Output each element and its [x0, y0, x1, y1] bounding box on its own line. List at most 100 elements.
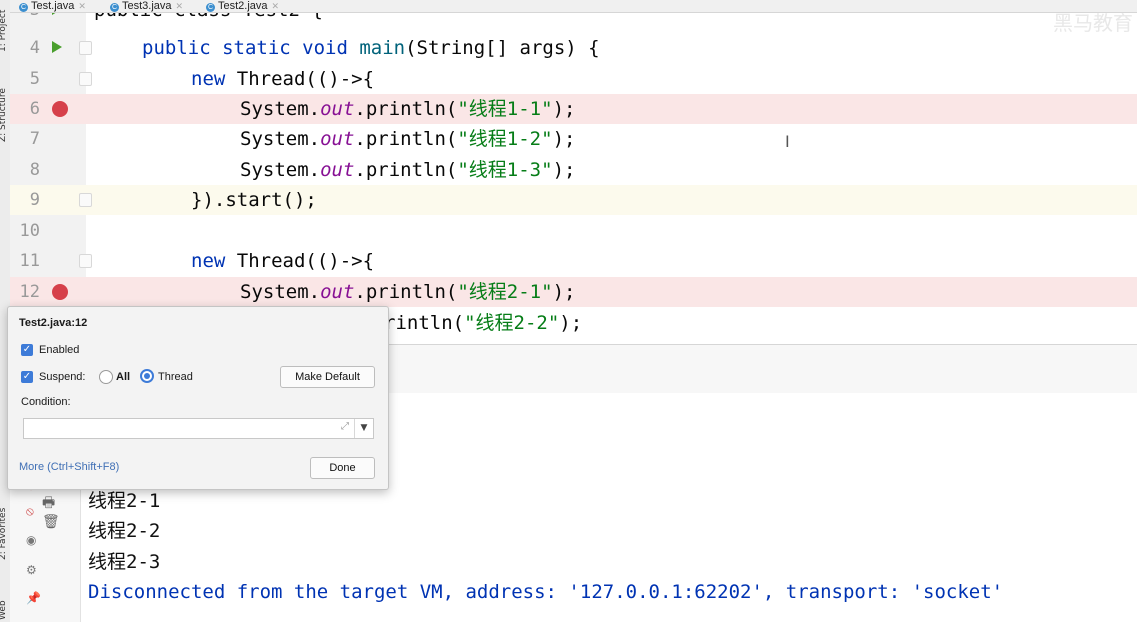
tool-tab-web[interactable]: Web [0, 600, 8, 620]
code-line[interactable]: 5 new Thread(()->{ [10, 64, 1137, 94]
code-pre: System. [240, 128, 321, 150]
editor-tab-bar: C Test.java ✕ C Test3.java ✕ C Test2.java ✕ [10, 0, 1137, 13]
code-text: public class Test2 { [94, 13, 323, 25]
pin-icon[interactable]: 📌 [26, 591, 41, 605]
tool-tab-structure[interactable]: Z: Structure [0, 88, 8, 142]
suspend-thread-label: Thread [158, 371, 193, 383]
camera-icon[interactable]: ◉ [26, 533, 36, 547]
string-literal: "线程2-1" [457, 281, 553, 303]
make-default-button[interactable]: Make Default [280, 366, 375, 388]
string-literal: "线程1-3" [457, 159, 553, 181]
code-end: ); [559, 312, 583, 334]
java-class-icon: C [206, 3, 215, 12]
string-literal: "线程1-1" [457, 98, 553, 120]
fold-icon[interactable] [79, 254, 92, 268]
fold-icon[interactable] [79, 72, 92, 86]
code-text: System.out.println("线程1-1"); [240, 94, 575, 124]
code-end: ); [552, 159, 576, 181]
code-line[interactable]: 3 public class Test2 { [10, 13, 1137, 25]
console-line: 线程2-2 [88, 520, 161, 542]
suspend-checkbox[interactable]: ✓ [21, 371, 33, 383]
breakpoint-icon[interactable] [52, 284, 68, 300]
tool-tab-favorites[interactable]: 2: Favorites [0, 508, 8, 560]
suspend-all-radio[interactable] [99, 370, 113, 384]
code-text: new Thread(()->{ [191, 64, 374, 94]
suspend-all-label: All [116, 371, 131, 383]
keyword: new [191, 250, 237, 272]
tool-tab-project[interactable]: 1: Project [0, 10, 8, 52]
line-number: 4 [29, 38, 40, 58]
string-literal: "线程2-2" [464, 312, 560, 334]
code-end: ); [552, 128, 576, 150]
code-line[interactable]: 8 System.out.println("线程1-3"); [10, 155, 1137, 185]
console-line: 线程2-1 [88, 490, 161, 512]
run-gutter-icon[interactable] [52, 41, 62, 53]
code-text: System.out.println("线程1-2"); [240, 124, 575, 154]
string-literal: "线程1-2" [457, 128, 553, 150]
code-text: System.out.println("线程1-3"); [240, 155, 575, 185]
fold-icon[interactable] [79, 41, 92, 55]
run-gutter-icon[interactable] [52, 13, 62, 15]
tab-test-java[interactable]: C Test.java ✕ [19, 0, 86, 12]
code-line-breakpoint[interactable]: 6 System.out.println("线程1-1"); [10, 94, 1137, 124]
tab-test2-java[interactable]: C Test2.java ✕ [206, 0, 280, 12]
method-name: main [359, 37, 406, 59]
text-cursor-icon: I [785, 132, 790, 151]
breakpoint-disabled-icon[interactable]: ⦸ [26, 504, 34, 519]
tab-test3-java[interactable]: C Test3.java ✕ [110, 0, 183, 12]
tab-label: Test2.java [218, 0, 268, 12]
print-icon[interactable]: 🖶 [42, 492, 55, 516]
done-button[interactable]: Done [310, 457, 375, 479]
line-number: 5 [29, 69, 40, 89]
code-text: public static void main(String[] args) { [142, 33, 600, 63]
popup-title: Test2.java:12 [19, 317, 88, 329]
code-pre: System. [240, 281, 321, 303]
field-name: out [320, 281, 355, 303]
java-class-icon: C [110, 3, 119, 12]
code-rest: Thread(()->{ [236, 68, 375, 90]
settings-icon[interactable]: ⚙ [26, 563, 37, 577]
keyword: public static void [142, 37, 360, 59]
code-line[interactable]: 11 new Thread(()->{ [10, 246, 1137, 276]
line-number: 6 [29, 99, 40, 119]
code-mid: .println( [354, 128, 458, 150]
code-mid: .println( [354, 98, 458, 120]
code-line[interactable]: 4 public static void main(String[] args)… [10, 33, 1137, 63]
line-number: 7 [29, 129, 40, 149]
code-line[interactable]: 10 [10, 216, 1137, 246]
line-number: 3 [10, 13, 40, 25]
chevron-down-icon[interactable]: ▼ [354, 419, 373, 438]
more-link[interactable]: More (Ctrl+Shift+F8) [19, 461, 119, 473]
code-line[interactable]: 7 System.out.println("线程1-2"); [10, 124, 1137, 154]
code-mid: .println( [354, 281, 458, 303]
code-line-current[interactable]: 9 }).start(); [10, 185, 1137, 215]
enabled-label: Enabled [39, 344, 80, 356]
fold-icon[interactable] [79, 193, 92, 207]
line-number: 9 [29, 190, 40, 210]
code-mid: rintln( [384, 312, 465, 334]
code-pre: System. [240, 98, 321, 120]
code-text: new Thread(()->{ [191, 246, 374, 276]
java-class-icon: C [19, 3, 28, 12]
code-mid: .println( [354, 159, 458, 181]
field-name: out [320, 159, 355, 181]
field-name: out [320, 98, 355, 120]
code-editor[interactable]: 黑马教育 3 public class Test2 { 4 public sta… [10, 13, 1137, 344]
close-icon[interactable]: ✕ [176, 1, 184, 11]
condition-input[interactable]: ⤢ ▼ [23, 418, 374, 439]
breakpoint-icon[interactable] [52, 101, 68, 117]
console-line-system: Disconnected from the target VM, address… [88, 581, 1004, 603]
suspend-label: Suspend: [39, 371, 86, 383]
trash-icon[interactable]: 🗑 [42, 514, 60, 530]
line-number: 12 [19, 282, 40, 302]
suspend-thread-radio[interactable] [140, 369, 154, 383]
line-number: 10 [19, 221, 40, 241]
field-name: out [320, 128, 355, 150]
close-icon[interactable]: ✕ [272, 1, 280, 11]
code-text: }).start(); [191, 189, 317, 211]
close-icon[interactable]: ✕ [78, 1, 86, 11]
tab-label: Test3.java [122, 0, 172, 12]
enabled-checkbox[interactable]: ✓ [21, 344, 33, 356]
code-line-breakpoint[interactable]: 12 System.out.println("线程2-1"); [10, 277, 1137, 307]
expand-icon[interactable]: ⤢ [341, 421, 349, 432]
